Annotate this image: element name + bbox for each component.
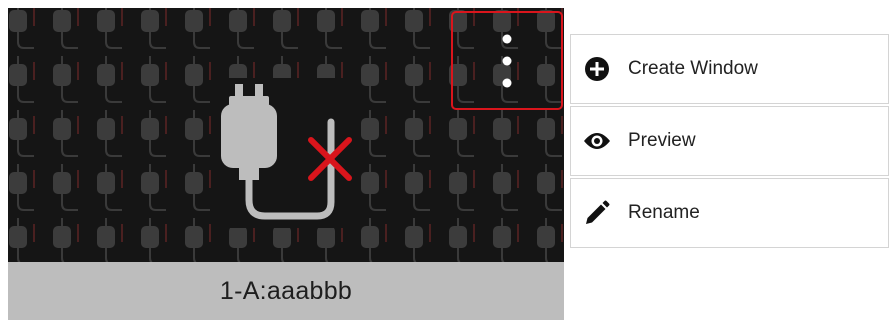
pencil-icon	[582, 198, 612, 228]
context-menu: Create Window Preview Rename	[570, 34, 889, 250]
source-preview	[8, 8, 564, 262]
menu-item-label: Create Window	[628, 58, 758, 79]
menu-item-preview[interactable]: Preview	[570, 106, 889, 176]
menu-item-label: Rename	[628, 202, 700, 223]
menu-item-label: Preview	[628, 130, 696, 151]
source-tile[interactable]: 1-A:aaabbb	[8, 8, 564, 320]
app-root: 1-A:aaabbb Create Window Preview Rename	[0, 0, 889, 320]
eye-icon	[582, 126, 612, 156]
cable-disconnected-icon	[213, 78, 353, 228]
more-options-button[interactable]	[451, 11, 563, 110]
more-vertical-icon	[502, 34, 512, 87]
menu-item-rename[interactable]: Rename	[570, 178, 889, 248]
source-name-label: 1-A:aaabbb	[8, 262, 564, 320]
menu-item-create-window[interactable]: Create Window	[570, 34, 889, 104]
plus-circle-icon	[582, 54, 612, 84]
